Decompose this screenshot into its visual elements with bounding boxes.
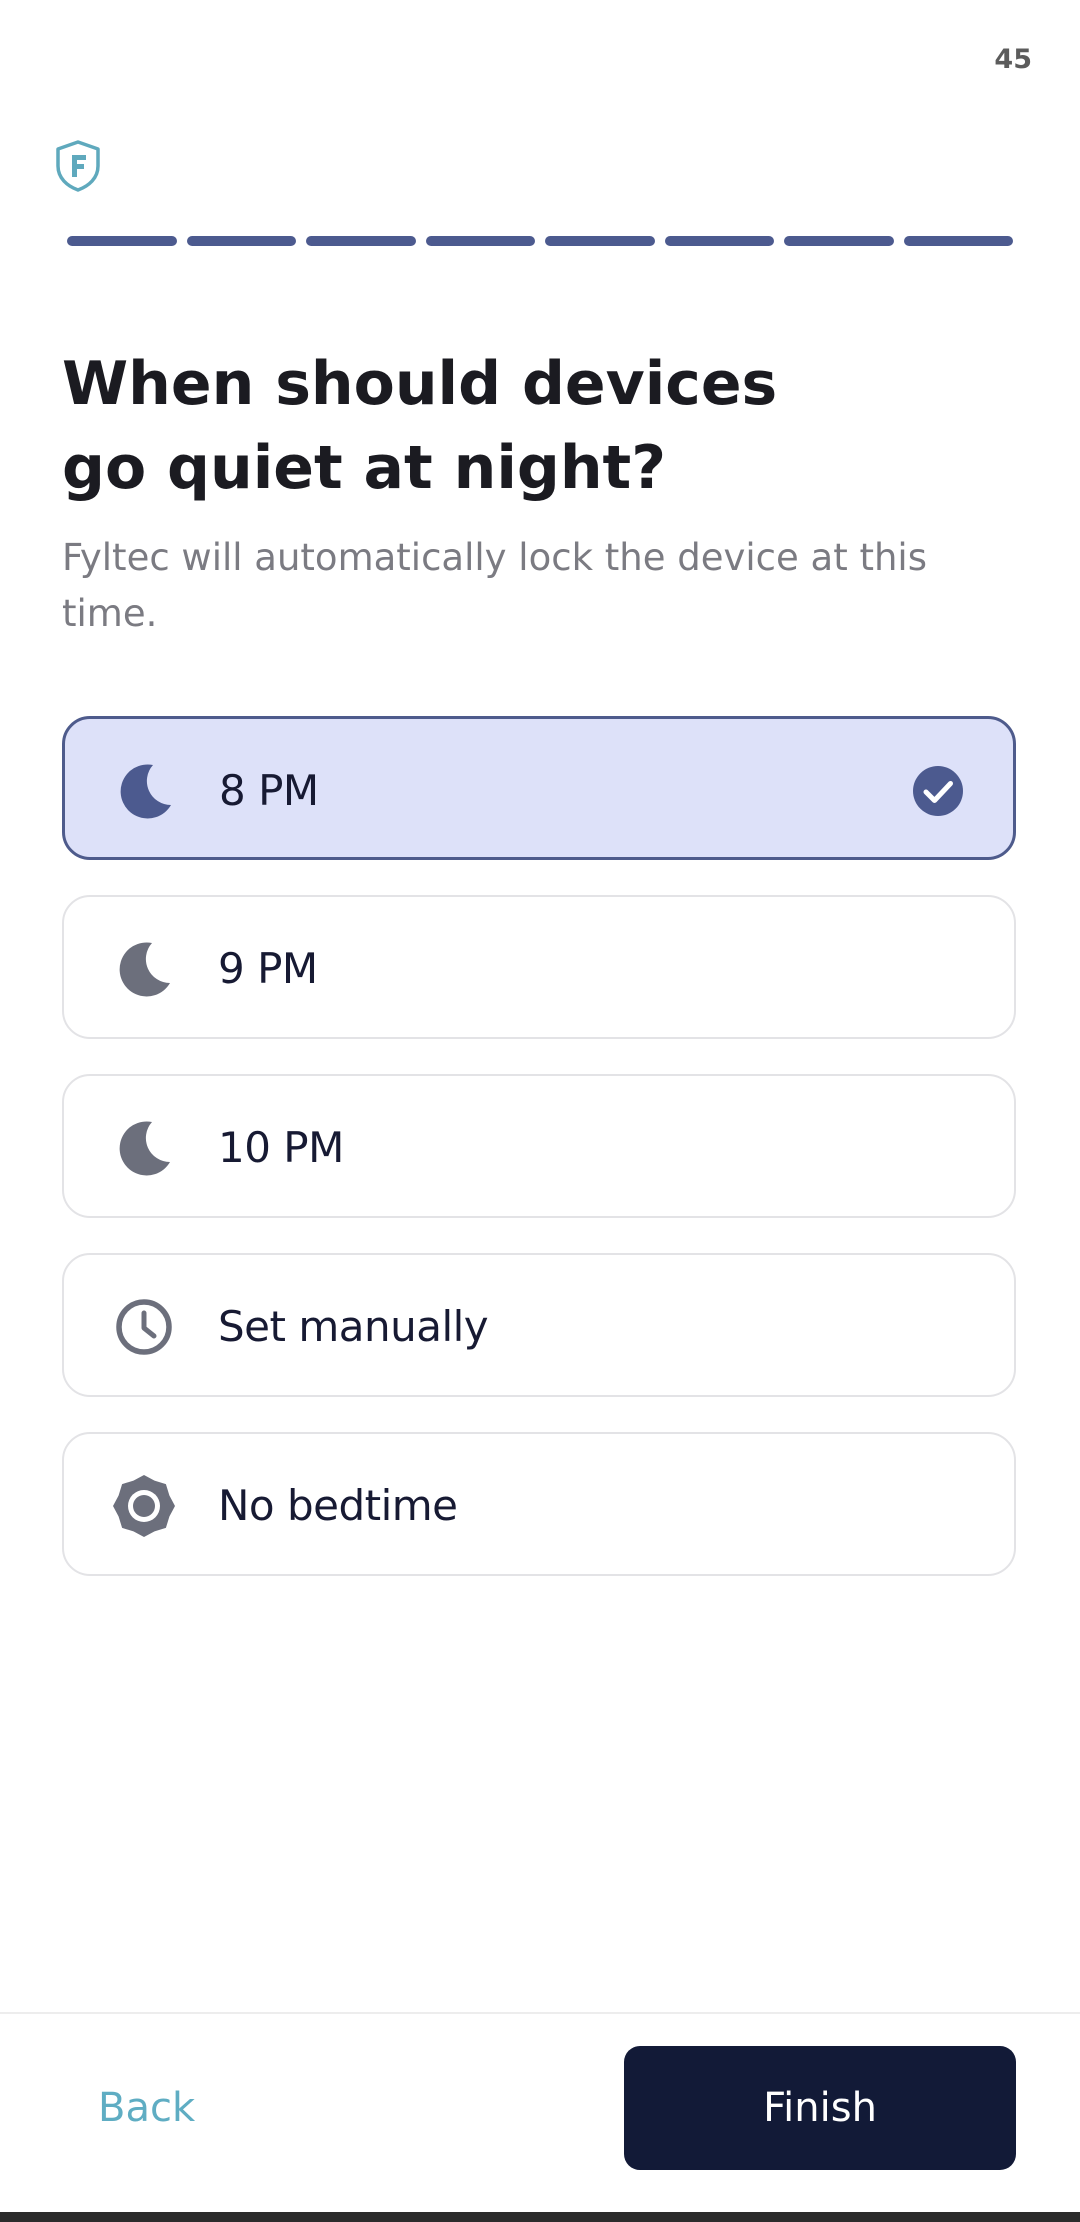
option-9-pm[interactable]: 9 PM [62, 895, 1016, 1039]
option-label: 10 PM [218, 1123, 344, 1172]
check-circle-icon [913, 766, 963, 816]
option-label: Set manually [218, 1302, 489, 1351]
option-set-manually[interactable]: Set manually [62, 1253, 1016, 1397]
option-label: No bedtime [218, 1481, 458, 1530]
page-title: When should devices go quiet at night? [62, 342, 1022, 510]
sun-icon [113, 1475, 175, 1537]
option-label: 9 PM [218, 944, 318, 993]
option-10-pm[interactable]: 10 PM [62, 1074, 1016, 1218]
option-label: 8 PM [219, 766, 319, 815]
system-nav-bar [0, 2212, 1080, 2222]
progress-segment [425, 236, 535, 246]
progress-segment [664, 236, 774, 246]
status-text: 45 [994, 44, 1032, 75]
page-subtitle: Fyltec will automatically lock the devic… [62, 536, 927, 635]
progress-segment [186, 236, 296, 246]
option-no-bedtime[interactable]: No bedtime [62, 1432, 1016, 1576]
finish-button[interactable]: Finish [624, 2046, 1016, 2170]
back-button[interactable]: Back [98, 2046, 195, 2170]
progress-bar [67, 236, 1013, 246]
footer-divider [0, 2012, 1080, 2014]
page-title-line-2: go quiet at night? [62, 433, 667, 503]
clock-icon [116, 1299, 172, 1355]
progress-segment [67, 236, 177, 246]
fyltec-logo-icon [56, 140, 100, 192]
moon-icon [120, 764, 171, 819]
page-title-line-1: When should devices [62, 349, 778, 419]
moon-icon [119, 1121, 170, 1176]
progress-segment [903, 236, 1013, 246]
progress-segment [545, 236, 655, 246]
progress-segment [784, 236, 894, 246]
progress-segment [306, 236, 416, 246]
option-8-pm[interactable]: 8 PM [62, 716, 1016, 860]
moon-icon [119, 942, 170, 997]
